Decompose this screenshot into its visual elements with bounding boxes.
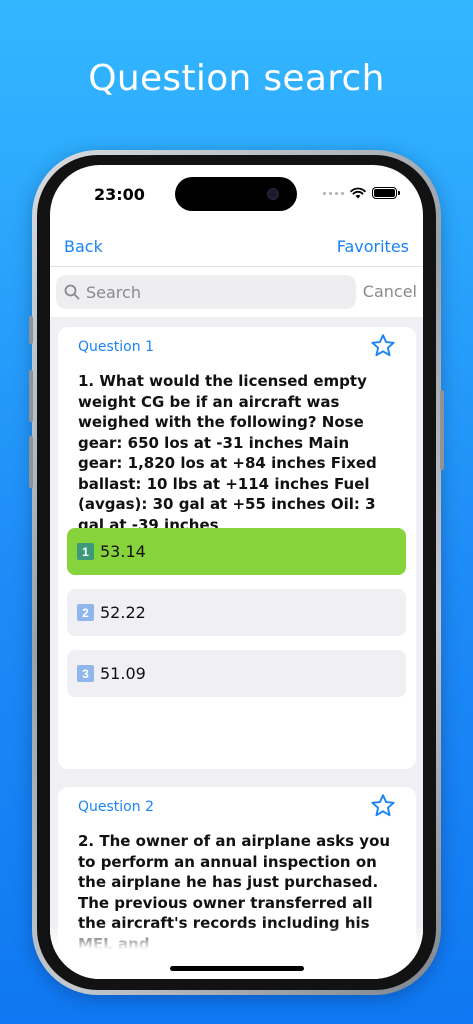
power-button [440, 390, 444, 470]
battery-icon [372, 187, 400, 199]
star-outline-icon[interactable] [370, 333, 396, 359]
question-text: 1. What would the licensed empty weight … [78, 372, 377, 534]
answer-option[interactable]: 2 52.22 [67, 589, 406, 636]
search-row: Cancel [50, 275, 423, 309]
promo-headline: Question search [88, 58, 385, 99]
cancel-button[interactable]: Cancel [363, 282, 417, 301]
star-outline-icon[interactable] [370, 793, 396, 819]
favorites-button[interactable]: Favorites [337, 237, 409, 256]
question-list[interactable]: Question 1 1. What would the licensed em… [50, 317, 423, 979]
question-label: Question 1 [78, 339, 154, 355]
answer-text: 52.22 [100, 603, 146, 622]
dynamic-island [175, 177, 297, 211]
answer-number: 3 [77, 665, 94, 682]
action-button [29, 316, 33, 344]
cellular-signal-icon [323, 191, 344, 195]
answer-option[interactable]: 1 53.14 [67, 528, 406, 575]
answer-option[interactable]: 3 51.09 [67, 650, 406, 697]
status-bar: 23:00 [50, 165, 423, 223]
question-label: Question 2 [78, 799, 154, 815]
answer-number: 1 [77, 543, 94, 560]
wifi-icon [350, 187, 366, 199]
volume-down-button [29, 436, 33, 488]
back-button[interactable]: Back [64, 237, 103, 256]
camera-icon [267, 188, 279, 200]
navigation-bar: Back Favorites [50, 223, 423, 267]
question-card: Question 1 1. What would the licensed em… [58, 327, 416, 769]
search-icon [64, 284, 80, 300]
app-screen: 23:00 Back Favorites Cancel Question [50, 165, 423, 979]
answer-text: 51.09 [100, 664, 146, 683]
search-input[interactable] [86, 282, 336, 302]
home-indicator[interactable] [170, 966, 304, 971]
status-time: 23:00 [94, 185, 145, 204]
volume-up-button [29, 370, 33, 422]
answer-text: 53.14 [100, 542, 146, 561]
search-field[interactable] [56, 275, 356, 309]
answer-number: 2 [77, 604, 94, 621]
